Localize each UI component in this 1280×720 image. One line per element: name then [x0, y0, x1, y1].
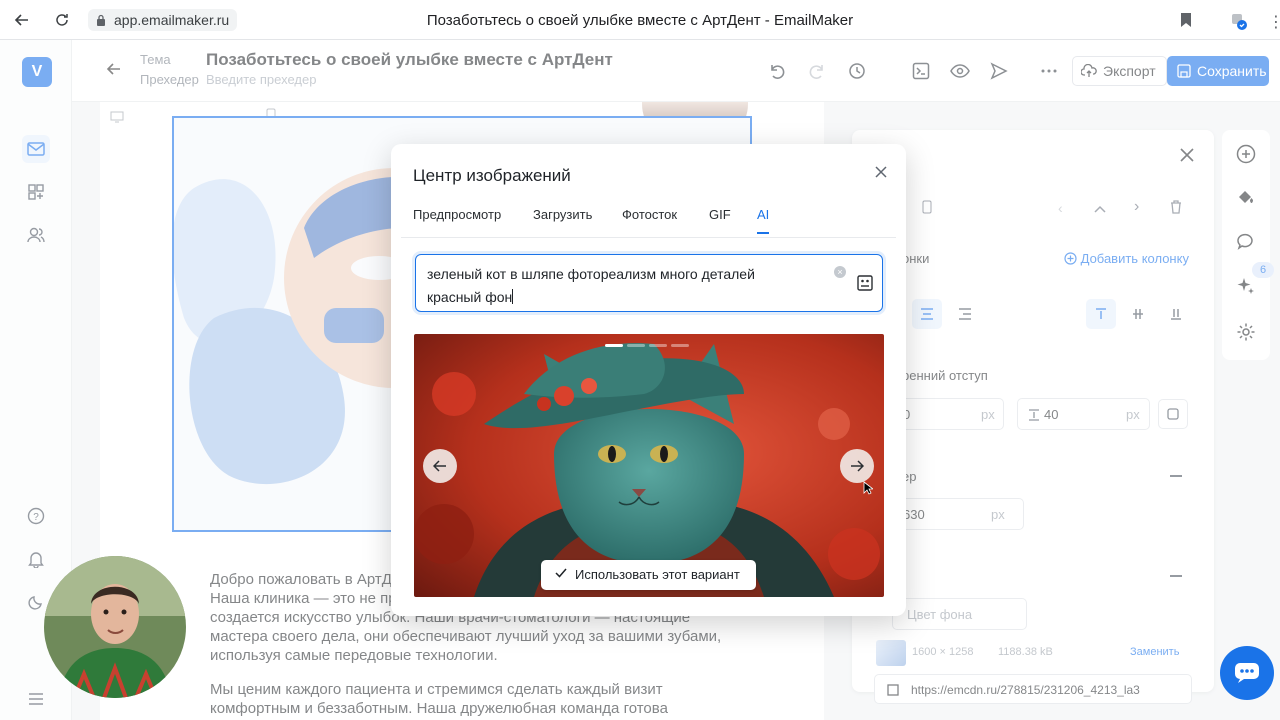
modal-title: Центр изображений — [413, 166, 571, 185]
carousel-dot[interactable] — [627, 344, 645, 347]
browser-menu-icon[interactable]: ⋮ — [1268, 12, 1280, 32]
back-icon[interactable] — [10, 8, 34, 32]
carousel-dot[interactable] — [649, 344, 667, 347]
carousel-dot[interactable] — [671, 344, 689, 347]
carousel-dots — [605, 344, 689, 347]
close-modal-icon[interactable] — [871, 162, 891, 182]
extension-icon[interactable] — [1230, 12, 1248, 30]
active-tab-indicator — [757, 232, 769, 234]
address-bar[interactable]: app.emailmaker.ru — [88, 9, 238, 31]
prompt-text: зеленый кот в шляпе фотореализм много де… — [427, 263, 827, 309]
tab-preview[interactable]: Предпросмотр — [413, 207, 501, 222]
generated-image[interactable] — [414, 334, 884, 597]
prompt-line: зеленый кот в шляпе фотореализм много де… — [427, 266, 755, 282]
reload-icon[interactable] — [50, 8, 74, 32]
browser-toolbar: app.emailmaker.ru Позаботьтесь о своей у… — [0, 0, 1280, 40]
use-variant-label: Использовать этот вариант — [575, 567, 740, 582]
bookmark-icon[interactable] — [1180, 12, 1192, 33]
chat-bubble-icon — [1235, 663, 1259, 683]
check-icon — [555, 568, 567, 578]
tab-photostock[interactable]: Фотосток — [622, 207, 677, 222]
image-center-modal: Центр изображений Предпросмотр Загрузить… — [391, 144, 906, 616]
tabs-divider — [401, 237, 896, 238]
carousel-dot[interactable] — [605, 344, 623, 347]
tab-gif[interactable]: GIF — [709, 207, 731, 222]
carousel-next-button[interactable] — [840, 449, 874, 483]
generate-image-icon[interactable] — [857, 274, 873, 292]
arrow-right-icon — [851, 460, 864, 472]
lock-icon — [97, 14, 105, 26]
tab-ai[interactable]: AI — [757, 207, 769, 222]
tab-upload[interactable]: Загрузить — [533, 207, 592, 222]
presenter-webcam — [44, 556, 186, 698]
use-variant-button[interactable]: Использовать этот вариант — [541, 560, 756, 590]
clear-prompt-icon[interactable]: × — [834, 266, 846, 278]
arrow-left-icon — [433, 460, 446, 472]
prompt-line: красный фон — [427, 289, 514, 305]
ai-prompt-input[interactable]: зеленый кот в шляпе фотореализм много де… — [415, 254, 883, 312]
support-chat-button[interactable] — [1220, 646, 1274, 700]
mouse-cursor — [863, 481, 875, 500]
generated-cat-image — [414, 334, 884, 597]
url-text: app.emailmaker.ru — [114, 12, 230, 28]
carousel-prev-button[interactable] — [423, 449, 457, 483]
